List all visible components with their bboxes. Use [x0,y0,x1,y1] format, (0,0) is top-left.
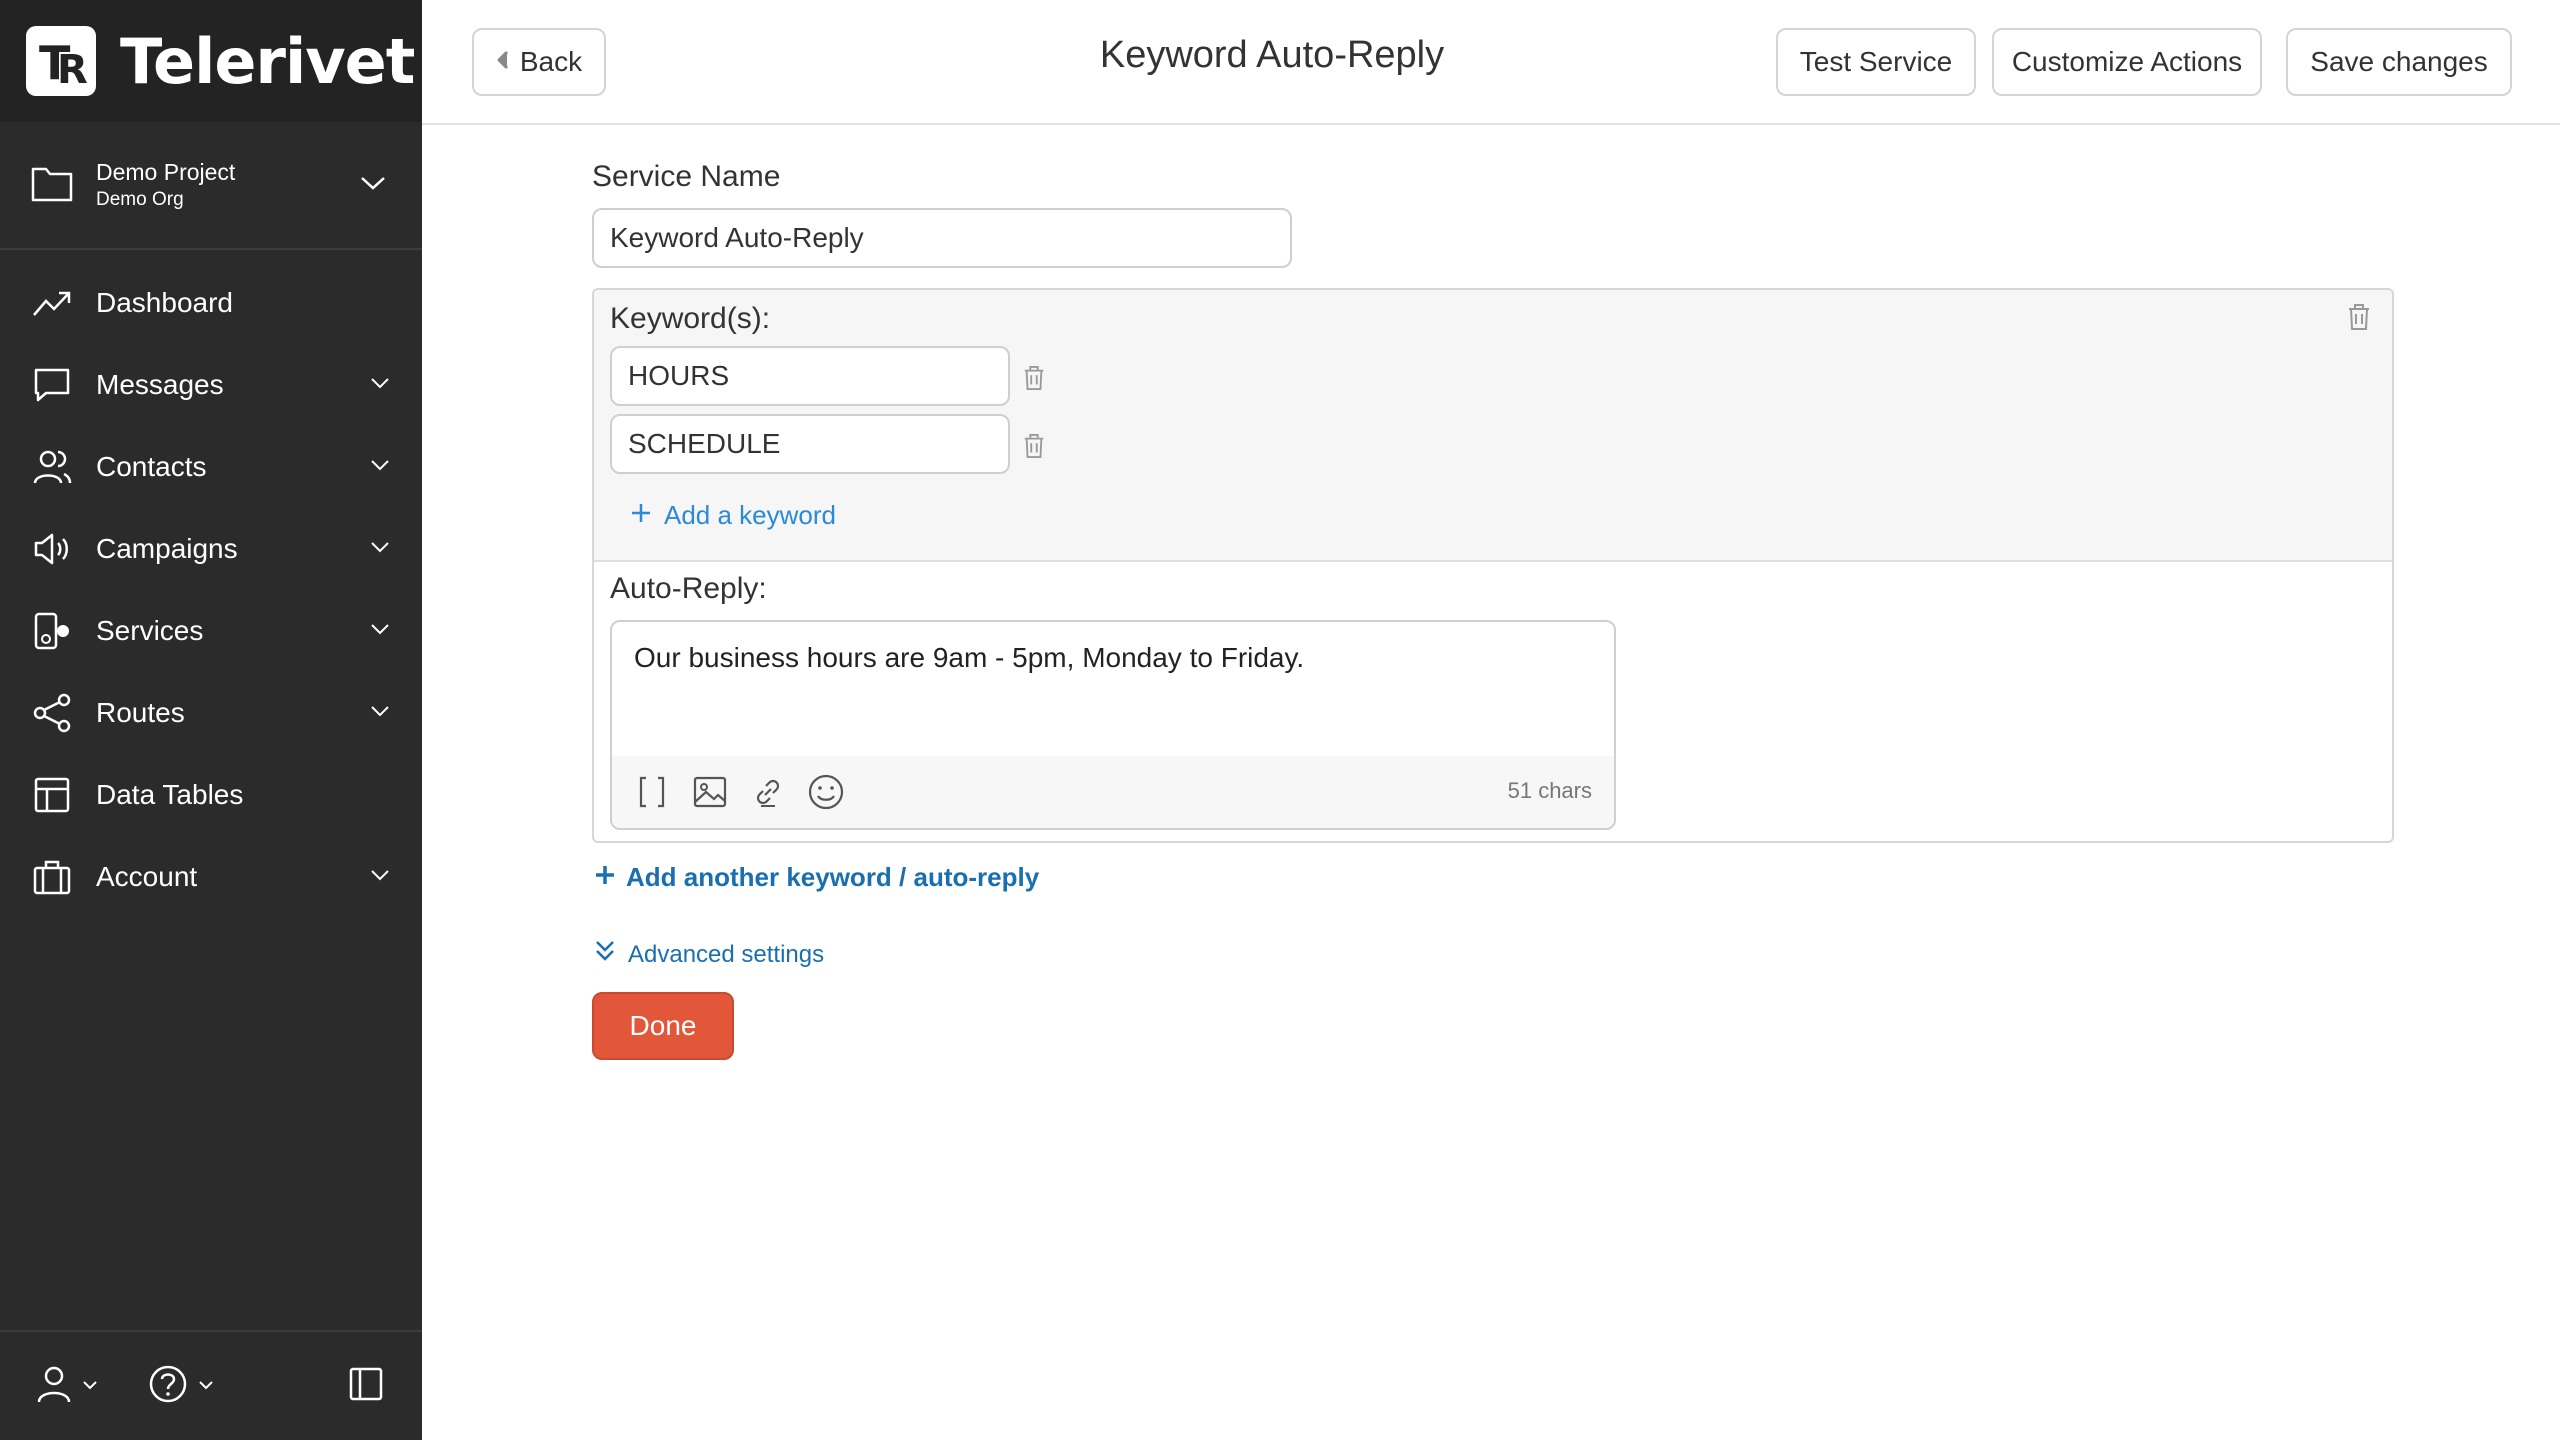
share-icon [32,693,72,733]
chevron-down-icon [360,175,386,196]
auto-reply-textarea[interactable]: Our business hours are 9am - 5pm, Monday… [634,642,1304,674]
main-nav: Dashboard Messages Contacts Campaigns Se… [0,262,422,918]
sidebar-item-contacts[interactable]: Contacts [0,426,422,508]
add-keyword-label: Add a keyword [664,500,836,530]
sidebar-item-data-tables[interactable]: Data Tables [0,754,422,836]
service-name-input[interactable]: Keyword Auto-Reply [592,208,1292,268]
advanced-settings-toggle[interactable]: Advanced settings [594,938,824,971]
main-content: Back Keyword Auto-Reply Test Service Cus… [422,0,2560,1440]
auto-reply-label: Auto-Reply: [610,572,767,605]
chat-icon [32,365,72,405]
brand-name[interactable]: Telerivet [120,25,415,98]
sidebar-toggle-icon [348,1366,384,1407]
insert-variable-icon[interactable] [632,772,672,812]
delete-group-trash-icon[interactable] [2346,302,2372,337]
sidebar-item-label: Data Tables [96,779,244,810]
help-icon [148,1364,188,1409]
chevron-down-icon [82,1377,98,1395]
telerivet-logo-icon[interactable]: T R [26,26,96,96]
chevron-down-icon [370,376,390,394]
chevron-down-icon [370,458,390,476]
chevron-down-icon [370,540,390,558]
sidebar-item-label: Routes [96,697,185,728]
trend-icon [32,283,72,323]
sidebar-item-label: Messages [96,369,224,400]
sidebar-footer [0,1330,422,1440]
chevron-left-icon [496,46,510,78]
sidebar-item-messages[interactable]: Messages [0,344,422,426]
user-menu-button[interactable] [36,1364,98,1409]
chevron-down-icon [370,868,390,886]
delete-keyword-trash-icon[interactable] [1022,432,1046,465]
service-name-label: Service Name [592,160,781,193]
top-toolbar: Back Keyword Auto-Reply Test Service Cus… [422,0,2560,125]
sidebar-item-account[interactable]: Account [0,836,422,918]
project-switcher[interactable]: Demo Project Demo Org [0,122,422,250]
sidebar-item-campaigns[interactable]: Campaigns [0,508,422,590]
add-keyword-link[interactable]: Add a keyword [630,500,836,531]
keyword-input[interactable]: HOURS [610,346,1010,406]
back-button[interactable]: Back [472,28,606,96]
project-org: Demo Org [96,189,184,210]
brand-header: T R Telerivet [0,0,422,122]
sidebar-item-label: Campaigns [96,533,238,564]
megaphone-icon [32,529,72,569]
sidebar-item-label: Services [96,615,204,646]
people-icon [32,447,72,487]
user-icon [36,1364,72,1409]
add-another-label: Add another keyword / auto-reply [626,862,1040,892]
keywords-label: Keyword(s): [610,302,771,335]
keyword-input[interactable]: SCHEDULE [610,414,1010,474]
insert-emoji-icon[interactable] [806,772,846,812]
customize-actions-button[interactable]: Customize Actions [1992,28,2262,96]
advanced-settings-label: Advanced settings [628,940,825,968]
insert-link-icon[interactable] [748,772,788,812]
insert-image-icon[interactable] [690,772,730,812]
svg-text:R: R [57,47,88,89]
delete-keyword-trash-icon[interactable] [1022,364,1046,397]
help-menu-button[interactable] [148,1364,214,1409]
toggle-sidebar-button[interactable] [348,1366,384,1407]
sidebar: T R Telerivet Demo Project Demo Org Dash… [0,0,422,1440]
done-button[interactable]: Done [592,992,734,1060]
test-service-button[interactable]: Test Service [1776,28,1976,96]
sidebar-item-services[interactable]: Services [0,590,422,672]
back-label: Back [519,46,583,77]
chevron-down-icon [370,704,390,722]
chevron-down-icon [198,1377,214,1395]
sidebar-item-label: Account [96,861,198,892]
plus-icon [594,862,616,893]
services-icon [32,611,72,651]
char-count: 51 chars [1507,778,1592,803]
double-chevron-down-icon [594,938,616,971]
editor-toolbar: 51 chars [612,756,1614,828]
folder-icon [30,163,74,208]
project-name: Demo Project [96,159,236,185]
sidebar-item-dashboard[interactable]: Dashboard [0,262,422,344]
sidebar-item-label: Dashboard [96,287,233,318]
keywords-section: Keyword(s): HOURS SCHEDULE Add a keyword [594,290,2392,562]
briefcase-icon [32,857,72,897]
keyword-reply-panel: Keyword(s): HOURS SCHEDULE Add a keyword… [592,288,2394,843]
page-title: Keyword Auto-Reply [1099,34,1445,76]
chevron-down-icon [370,622,390,640]
plus-icon [630,500,652,531]
save-changes-button[interactable]: Save changes [2286,28,2512,96]
sidebar-item-label: Contacts [96,451,207,482]
table-icon [32,775,72,815]
add-another-keyword-link[interactable]: Add another keyword / auto-reply [594,862,1039,893]
auto-reply-editor[interactable]: Our business hours are 9am - 5pm, Monday… [610,620,1616,830]
sidebar-item-routes[interactable]: Routes [0,672,422,754]
